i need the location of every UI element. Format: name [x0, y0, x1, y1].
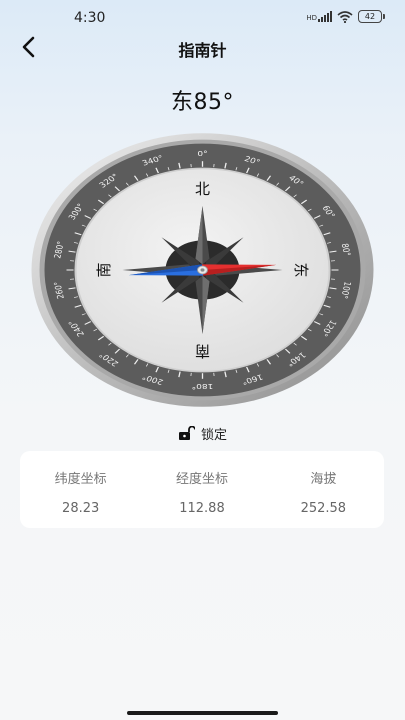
- altitude-column: 海拔 252.58: [263, 451, 384, 528]
- cardinal-north-label: 北: [195, 180, 210, 198]
- altitude-value: 252.58: [300, 501, 347, 516]
- app-header: 指南针: [0, 30, 405, 64]
- page-title: 指南针: [178, 41, 227, 60]
- status-time: 4:30: [74, 10, 106, 26]
- cardinal-south-label: 南: [195, 342, 210, 360]
- compass-degree-label: 0°: [197, 149, 207, 158]
- lock-label: 锁定: [200, 428, 227, 443]
- compass-degree-label: 180°: [192, 382, 214, 391]
- battery-icon: 42: [358, 10, 385, 23]
- wifi-icon: [337, 10, 353, 23]
- status-icons: HD 42: [306, 10, 385, 23]
- longitude-label: 经度坐标: [175, 472, 228, 487]
- battery-level: 42: [358, 10, 382, 23]
- lock-toggle[interactable]: 锁定: [0, 424, 405, 443]
- unlocked-padlock-icon: [178, 426, 195, 440]
- latitude-label: 纬度坐标: [54, 472, 107, 487]
- cardinal-west-label: 南: [95, 262, 113, 277]
- signal-hd-label: HD: [306, 14, 317, 22]
- latitude-column: 纬度坐标 28.23: [20, 451, 141, 528]
- compass-dial: 0°20°40°60°80°100°120°140°160°180°200°22…: [31, 133, 374, 407]
- cardinal-east-label: 东: [292, 262, 310, 277]
- status-bar: 4:30 HD 42: [0, 0, 405, 34]
- latitude-value: 28.23: [62, 501, 100, 516]
- cellular-signal-icon: HD: [306, 11, 332, 22]
- longitude-value: 112.88: [179, 501, 225, 516]
- longitude-column: 经度坐标 112.88: [141, 451, 262, 528]
- altitude-label: 海拔: [310, 472, 337, 487]
- heading-readout: 东85°: [171, 90, 234, 115]
- coordinates-card: 纬度坐标 28.23 经度坐标 112.88 海拔 252.58: [20, 451, 384, 528]
- home-indicator[interactable]: [127, 711, 278, 715]
